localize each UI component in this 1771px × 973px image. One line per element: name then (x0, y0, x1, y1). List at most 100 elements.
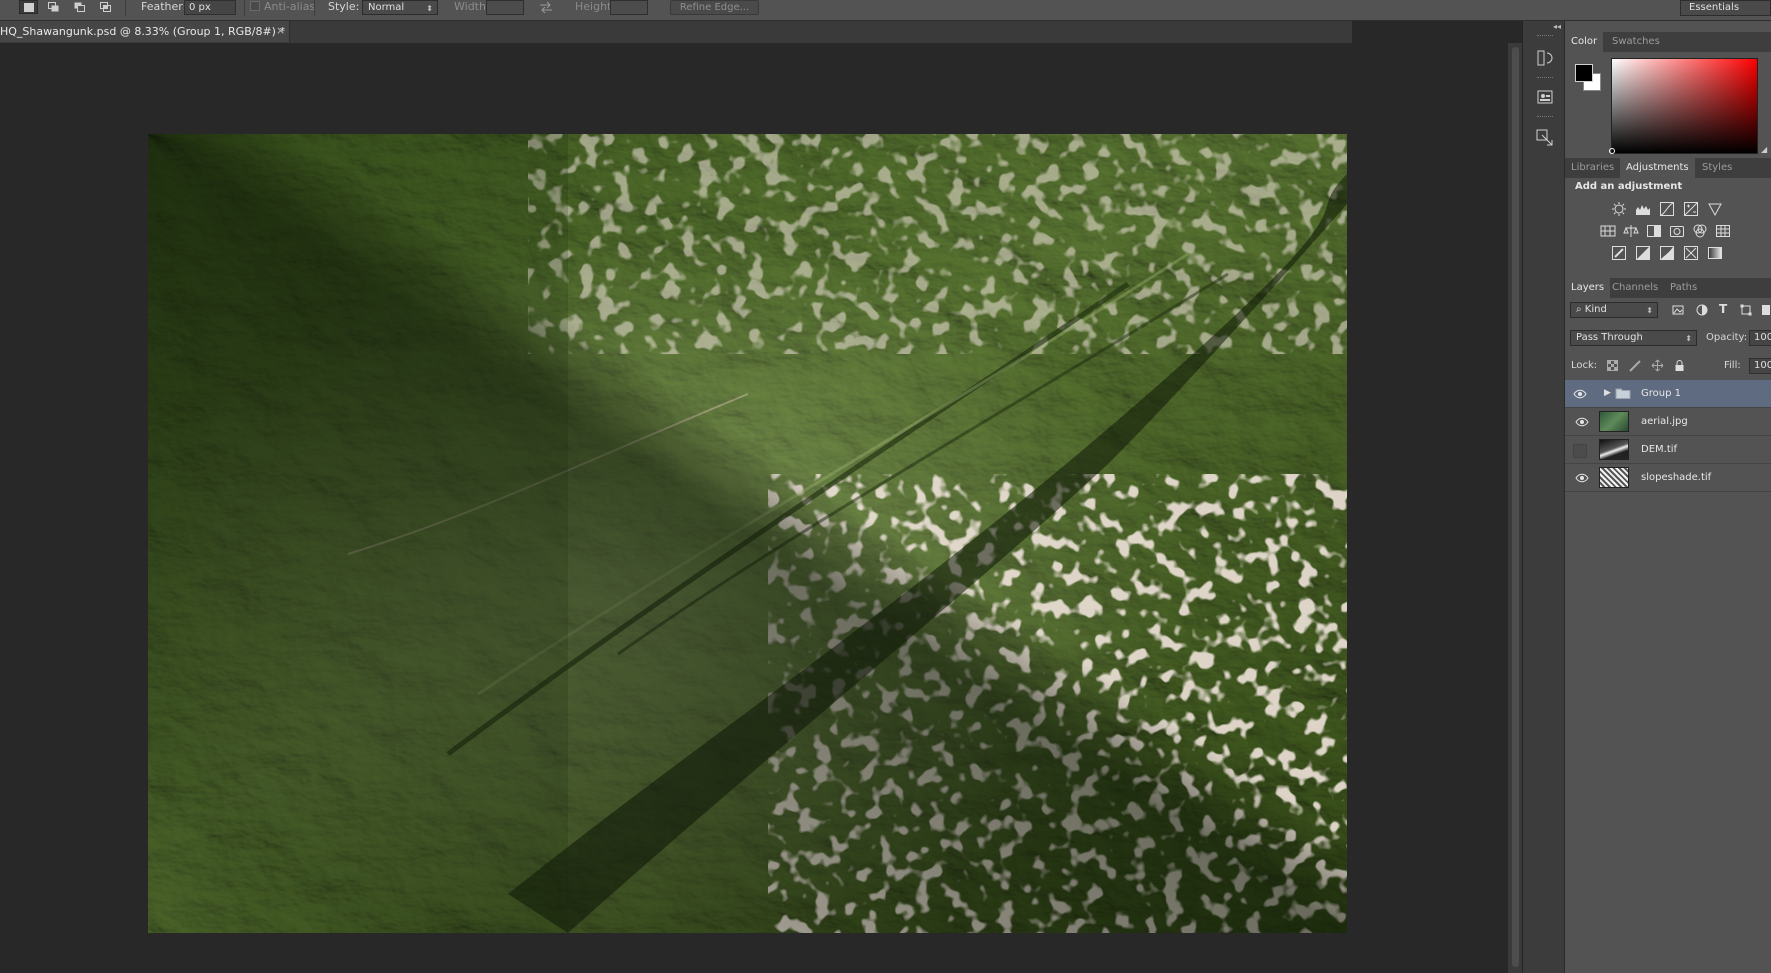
filter-shape-icon[interactable] (1740, 304, 1752, 316)
tab-layers[interactable]: Layers (1565, 278, 1611, 298)
hue-saturation-icon[interactable] (1600, 223, 1616, 239)
swap-dimensions-icon[interactable] (538, 1, 554, 14)
selective-color-icon[interactable] (1683, 245, 1699, 261)
new-selection-icon (24, 3, 34, 12)
photo-filter-icon[interactable] (1669, 223, 1685, 239)
vibrance-icon[interactable] (1707, 201, 1723, 217)
lock-transparent-icon[interactable] (1607, 360, 1618, 371)
collapse-panels-icon[interactable]: ◂◂ (1553, 22, 1561, 31)
tab-paths[interactable]: Paths (1664, 278, 1703, 298)
panel-dock-strip: ◂◂ (1522, 21, 1564, 973)
layer-row-aerial[interactable]: aerial.jpg (1565, 408, 1771, 436)
dropdown-arrows-icon: ⬍ (1646, 306, 1653, 315)
filter-pixel-icon[interactable] (1672, 304, 1684, 316)
fill-input[interactable]: 100% (1749, 358, 1771, 374)
channel-mixer-icon[interactable] (1692, 223, 1708, 239)
visibility-eye-icon[interactable] (1573, 388, 1587, 400)
visibility-eye-icon[interactable] (1575, 472, 1589, 484)
document-tab[interactable]: HQ_Shawangunk.psd @ 8.33% (Group 1, RGB/… (0, 21, 290, 42)
workspace-switcher[interactable]: Essentials (1680, 0, 1771, 16)
opacity-label: Opacity: (1706, 332, 1748, 343)
divider (244, 0, 245, 16)
dropdown-arrows-icon: ⬍ (1685, 334, 1692, 343)
tab-channels[interactable]: Channels (1606, 278, 1664, 298)
layer-name: aerial.jpg (1641, 416, 1688, 427)
new-selection-button[interactable] (19, 0, 38, 14)
width-label: Width: (454, 0, 490, 13)
divider (314, 0, 315, 16)
levels-icon[interactable] (1635, 201, 1651, 217)
layer-thumbnail (1599, 467, 1629, 488)
expand-group-icon[interactable]: ▶ (1604, 388, 1611, 398)
close-icon[interactable]: × (276, 24, 285, 37)
lock-all-icon[interactable] (1674, 359, 1685, 372)
black-white-icon[interactable] (1646, 223, 1662, 239)
dock-grip[interactable] (1537, 77, 1553, 81)
document-canvas[interactable] (148, 134, 1347, 933)
blend-mode-dropdown[interactable]: Pass Through ⬍ (1570, 330, 1697, 346)
tab-color[interactable]: Color (1565, 32, 1604, 52)
foreground-color-swatch[interactable] (1575, 64, 1593, 82)
color-picker-field[interactable] (1611, 58, 1758, 154)
intersect-selection-button[interactable] (96, 0, 115, 14)
opacity-input[interactable]: 100% (1749, 330, 1771, 346)
dock-grip[interactable] (1537, 35, 1553, 39)
curves-icon[interactable] (1659, 201, 1675, 217)
properties-icon[interactable] (1535, 87, 1555, 107)
add-to-selection-button[interactable] (44, 0, 63, 14)
tab-libraries[interactable]: Libraries (1565, 158, 1620, 178)
invert-icon[interactable] (1611, 245, 1627, 261)
folder-icon (1615, 388, 1631, 399)
search-icon: ⌕ (1576, 304, 1585, 315)
subtract-selection-icon (74, 2, 85, 12)
style-dropdown[interactable]: Normal ⬍ (362, 0, 438, 15)
adjustments-panel-tabs: Libraries Adjustments Styles (1565, 158, 1771, 178)
color-lookup-icon[interactable] (1715, 223, 1731, 239)
filter-type-icon[interactable]: T (1719, 302, 1727, 316)
threshold-icon[interactable] (1659, 245, 1675, 261)
layer-row-group-1[interactable]: ▶ Group 1 (1565, 380, 1771, 408)
refine-edge-button[interactable]: Refine Edge... (670, 0, 759, 15)
color-balance-icon[interactable] (1623, 223, 1639, 239)
tab-styles[interactable]: Styles (1696, 158, 1738, 178)
layer-filter-dropdown[interactable]: ⌕ Kind ⬍ (1570, 302, 1658, 318)
brightness-contrast-icon[interactable] (1611, 201, 1627, 217)
layer-row-slopeshade[interactable]: slopeshade.tif (1565, 464, 1771, 492)
color-picker-cursor[interactable] (1609, 148, 1615, 154)
filter-adjustment-icon[interactable] (1696, 304, 1708, 316)
tool-presets-icon[interactable] (1535, 128, 1555, 148)
filter-kind-value: Kind (1584, 304, 1607, 315)
layer-name: slopeshade.tif (1641, 472, 1712, 483)
color-panel-tabs: Color Swatches (1565, 32, 1771, 52)
layers-panel-tabs: Layers Channels Paths (1565, 278, 1771, 298)
dock-grip[interactable] (1537, 116, 1553, 120)
history-icon[interactable] (1535, 48, 1555, 68)
fill-label: Fill: (1724, 360, 1741, 371)
height-input[interactable] (610, 0, 648, 15)
layer-name: Group 1 (1641, 388, 1681, 399)
antialias-label: Anti-alias (264, 0, 316, 13)
tab-swatches[interactable]: Swatches (1606, 32, 1666, 52)
exposure-icon[interactable] (1683, 201, 1699, 217)
options-bar: Feather: 0 px Anti-alias Style: Normal ⬍… (0, 0, 1771, 21)
subtract-from-selection-button[interactable] (70, 0, 89, 14)
adjustments-title: Add an adjustment (1575, 181, 1683, 192)
terrain-image (148, 134, 1347, 933)
visibility-eye-icon[interactable] (1575, 416, 1589, 428)
feather-input[interactable]: 0 px (184, 0, 236, 15)
width-input[interactable] (486, 0, 524, 15)
layer-row-dem[interactable]: DEM.tif (1565, 436, 1771, 464)
visibility-toggle-off[interactable] (1573, 444, 1587, 458)
antialias-checkbox[interactable] (250, 1, 260, 11)
feather-label: Feather: (141, 0, 187, 13)
tab-adjustments[interactable]: Adjustments (1620, 158, 1695, 178)
document-tab-strip: HQ_Shawangunk.psd @ 8.33% (Group 1, RGB/… (0, 21, 1352, 43)
filter-smart-object-icon[interactable] (1762, 305, 1770, 315)
posterize-icon[interactable] (1635, 245, 1651, 261)
lock-pixels-icon[interactable] (1629, 360, 1641, 372)
gradient-map-icon[interactable] (1707, 245, 1723, 261)
intersect-selection-icon (100, 2, 111, 12)
scrollbar-thumb[interactable] (1512, 47, 1519, 967)
panel-menu-icon[interactable]: ◢ (1761, 145, 1767, 154)
lock-position-icon[interactable] (1651, 359, 1664, 372)
